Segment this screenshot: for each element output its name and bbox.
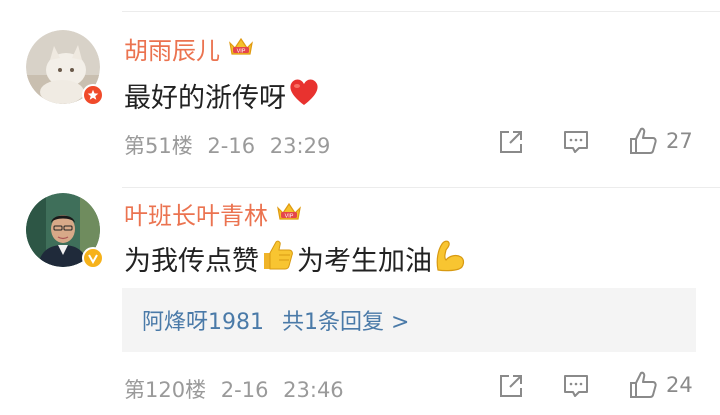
comment-body: 为我传点赞 为考生加油 — [124, 238, 468, 279]
username-text: 叶班长叶青林 — [124, 202, 268, 230]
row-divider — [122, 187, 720, 188]
svg-text:VIP: VIP — [237, 48, 246, 54]
vip-crown-icon: VIP — [274, 199, 304, 229]
comment-body: 最好的浙传呀 — [124, 76, 322, 115]
reply-username[interactable]: 阿烽呀1981 — [142, 304, 264, 336]
comment-button[interactable] — [562, 128, 590, 156]
comment-icon — [564, 131, 588, 153]
svg-text:VIP: VIP — [285, 213, 294, 219]
share-button[interactable] — [497, 372, 525, 400]
like-thumb-icon — [630, 127, 657, 154]
comment-button[interactable] — [562, 372, 590, 400]
share-icon — [500, 131, 522, 153]
comment-username[interactable]: 胡雨辰儿 VIP — [124, 31, 256, 66]
comment-date: 2-16 — [220, 378, 269, 402]
comment-username[interactable]: 叶班长叶青林 VIP — [124, 196, 304, 231]
comment-text-part2: 为考生加油 — [297, 246, 432, 277]
vip-crown-icon: VIP — [226, 34, 256, 64]
comment-time: 23:29 — [269, 134, 331, 158]
like-count: 24 — [666, 373, 693, 397]
avatar[interactable] — [26, 193, 104, 269]
comment-meta: 第120楼 2-16 23:46 — [124, 374, 344, 404]
comment-date: 2-16 — [207, 134, 256, 158]
comment-meta: 第51楼 2-16 23:29 — [124, 130, 330, 160]
username-text: 胡雨辰儿 — [124, 37, 220, 65]
thumbs-up-emoji-icon — [261, 239, 295, 278]
avatar[interactable] — [26, 30, 104, 106]
top-divider — [122, 11, 720, 12]
like-button[interactable]: 27 — [628, 126, 693, 156]
reply-preview[interactable]: 阿烽呀1981 共1条回复 > — [122, 288, 696, 352]
like-count: 27 — [666, 129, 693, 153]
like-button[interactable]: 24 — [628, 370, 693, 400]
flexed-bicep-emoji-icon — [434, 238, 466, 279]
comment-time: 23:46 — [283, 378, 344, 402]
comment-icon — [564, 375, 588, 397]
like-thumb-icon — [630, 371, 657, 398]
reply-count-link[interactable]: 共1条回复 > — [282, 304, 409, 336]
floor-number: 第51楼 — [124, 134, 193, 158]
comment-text-part1: 为我传点赞 — [124, 246, 259, 277]
red-heart-icon — [288, 77, 320, 114]
share-icon — [500, 375, 522, 397]
gold-verified-icon — [82, 247, 104, 269]
weibo-red-verified-icon — [82, 84, 104, 106]
floor-number: 第120楼 — [124, 378, 207, 402]
share-button[interactable] — [497, 128, 525, 156]
comment-text: 最好的浙传呀 — [124, 83, 286, 114]
